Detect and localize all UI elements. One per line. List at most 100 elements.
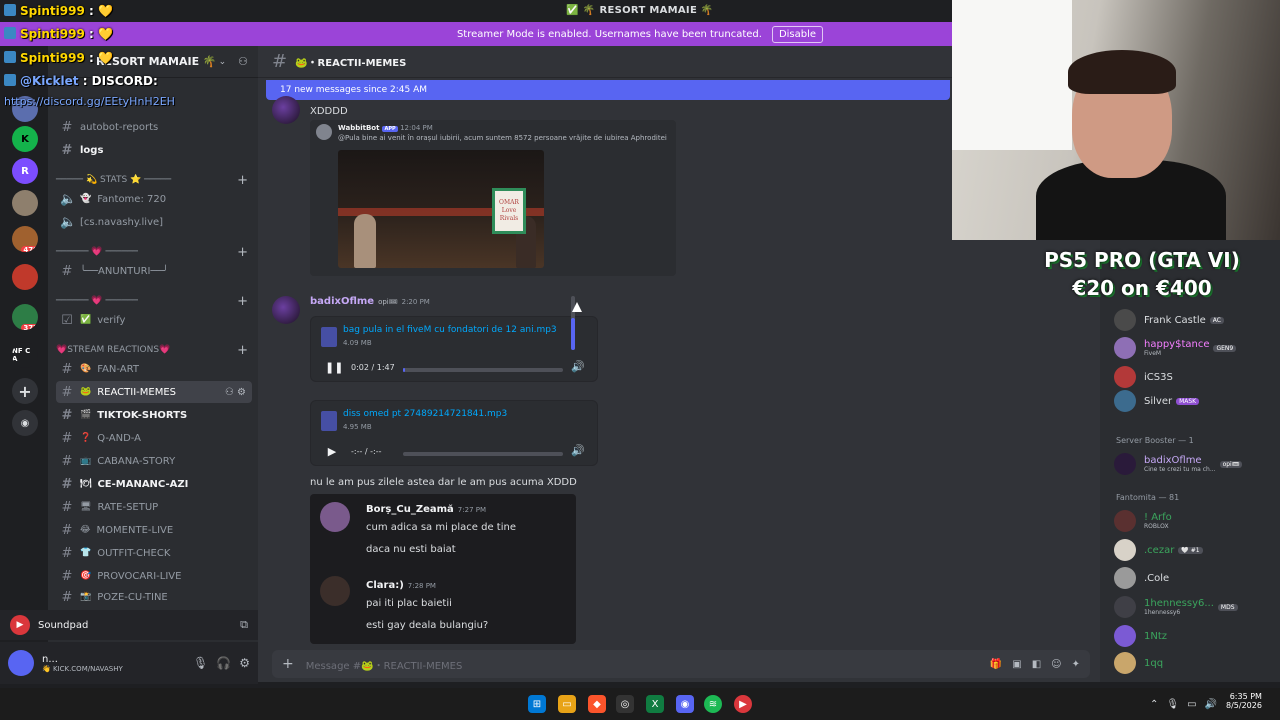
category-divider[interactable]: ────── 💗 ────── +: [56, 243, 252, 261]
excel-icon[interactable]: X: [646, 695, 664, 713]
volume-icon[interactable]: 🔊: [571, 360, 585, 373]
windows-start-icon[interactable]: ⊞: [528, 695, 546, 713]
channel-poze-cu-tine[interactable]: # 📸 POZE-CU-TINE: [56, 586, 252, 608]
audio-filename[interactable]: diss omed pt 27489214721841.mp3: [343, 409, 507, 419]
server-folder[interactable]: 377: [12, 304, 38, 330]
spotify-icon[interactable]: ≋: [704, 695, 722, 713]
audio-progress[interactable]: [403, 368, 563, 372]
clock[interactable]: 6:35 PM 8/5/2026: [1226, 692, 1262, 710]
member-item[interactable]: 1hennessy6... 1hennessy6 MDS: [1114, 595, 1276, 619]
message-input[interactable]: Message #🐸・REACTII-MEMES: [306, 657, 980, 672]
avatar: [320, 502, 350, 532]
embed-image[interactable]: OMAR Love Rivals: [338, 150, 544, 268]
server-folder[interactable]: NF C A: [12, 342, 38, 368]
server-folder[interactable]: [12, 264, 38, 290]
hash-icon: #: [61, 119, 73, 135]
avatar[interactable]: [272, 296, 300, 324]
member-item[interactable]: Frank Castle AC: [1114, 308, 1276, 332]
brave-browser-icon[interactable]: ◆: [588, 695, 606, 713]
discover-icon[interactable]: ◉: [12, 410, 38, 436]
chat-screenshot[interactable]: Borș_Cu_Zeamă 7:27 PM cum adica sa mi pla…: [310, 494, 576, 644]
soundpad-icon[interactable]: ▶: [734, 695, 752, 713]
member-item[interactable]: 1Ntz: [1114, 624, 1276, 648]
add-attachment-button[interactable]: +: [282, 656, 294, 672]
category-stream-reactions[interactable]: 💗STREAM REACTIONS💗 +: [56, 341, 252, 359]
channel-reactii-memes[interactable]: # 🐸 REACTII-MEMES ⚇ ⚙: [56, 381, 252, 403]
headphones-icon[interactable]: 🎧: [216, 656, 231, 670]
avatar[interactable]: [272, 96, 300, 124]
streamer-mode-message: Streamer Mode is enabled. Usernames have…: [456, 28, 762, 40]
emoji-icon[interactable]: ☺: [1051, 659, 1061, 670]
member-item[interactable]: badixOflme Cine te crezi tu ma ch... opi🎟: [1114, 452, 1276, 476]
file-explorer-icon[interactable]: ▭: [558, 695, 576, 713]
bot-embed: WabbitBot APP 12:04 PM @Pula bine ai veni…: [310, 120, 676, 276]
channel-emoji: 🖥: [80, 502, 92, 512]
channel-ce-manac-azi[interactable]: # 🍽 CE-MANANC-AZI: [56, 473, 252, 495]
channel-momente-live[interactable]: # 😂 MOMENTE-LIVE: [56, 519, 252, 541]
channel-label: PROVOCARI-LIVE: [97, 570, 182, 582]
server-icon-kick[interactable]: K: [12, 126, 38, 152]
add-channel-icon[interactable]: +: [237, 343, 248, 358]
volume-icon[interactable]: 🔊: [1205, 699, 1217, 710]
soundpad-activity[interactable]: ▶ Soundpad ⧉: [0, 610, 258, 640]
disable-streamer-mode-button[interactable]: Disable: [771, 25, 824, 43]
gift-icon[interactable]: 🎁: [990, 659, 1002, 670]
apps-icon[interactable]: ✦: [1072, 659, 1080, 670]
member-item[interactable]: ! Arfo ROBLOX: [1114, 509, 1276, 533]
category-stats[interactable]: ───── 💫 STATS ⭐ ───── +: [56, 171, 252, 189]
message-author[interactable]: badixOflme opi🎟 2:20 PM: [310, 296, 430, 307]
avatar[interactable]: [8, 650, 34, 676]
play-button[interactable]: ▶: [325, 445, 339, 459]
monitor-icon[interactable]: ▭: [1187, 699, 1196, 710]
chevron-down-icon[interactable]: ⌄: [219, 57, 227, 67]
discord-icon[interactable]: ◉: [676, 695, 694, 713]
app-icon[interactable]: ◎: [616, 695, 634, 713]
screenshot-line: daca nu esti baiat: [366, 544, 456, 555]
promo-overlay: PS5 PRO (GTA VI) €20 on €400: [1004, 248, 1280, 300]
member-item[interactable]: .cezar 🤍 #1: [1114, 538, 1276, 562]
kick-badge-icon: [4, 27, 16, 39]
audio-filename[interactable]: bag pula in el fiveM cu fondatori de 12 …: [343, 325, 557, 335]
member-item[interactable]: .Cole: [1114, 566, 1276, 590]
channel-outfit-check[interactable]: # 👕 OUTFIT-CHECK: [56, 542, 252, 564]
server-icon[interactable]: [12, 190, 38, 216]
sticker-icon[interactable]: ◧: [1032, 659, 1041, 670]
member-item[interactable]: happy$tance FiveM GEN9: [1114, 336, 1276, 360]
server-icon-r[interactable]: R: [12, 158, 38, 184]
voice-channel-navashy[interactable]: 🔈 [cs.navashy.live]: [56, 211, 252, 233]
voice-channel-fantome[interactable]: 🔈 👻 Fantome: 720: [56, 188, 252, 210]
microphone-icon[interactable]: 🎙: [1166, 699, 1179, 710]
pause-button[interactable]: ❚❚: [325, 361, 343, 375]
audio-progress[interactable]: [403, 452, 563, 456]
microphone-icon[interactable]: 🎙: [193, 656, 208, 670]
gif-icon[interactable]: ▣: [1012, 659, 1021, 670]
channel-rate-setup[interactable]: # 🖥 RATE-SETUP: [56, 496, 252, 518]
gear-icon[interactable]: ⚙: [239, 656, 250, 670]
chevron-up-icon[interactable]: ⌃: [1150, 699, 1158, 710]
activity-icon[interactable]: ⧉: [240, 618, 248, 632]
add-server-icon[interactable]: +: [12, 378, 38, 404]
mouse-cursor: [572, 302, 582, 312]
channel-verify[interactable]: ☑ ✅ verify: [56, 309, 252, 331]
channel-q-and-a[interactable]: # ❓ Q-AND-A: [56, 427, 252, 449]
channel-provocari-live[interactable]: # 🎯 PROVOCARI-LIVE: [56, 565, 252, 587]
new-messages-bar[interactable]: 17 new messages since 2:45 AM: [266, 80, 950, 100]
kick-badge-icon: [4, 4, 16, 16]
channel-fan-art[interactable]: # 🎨 FAN-ART: [56, 358, 252, 380]
channel-settings-icon[interactable]: ⚇ ⚙: [225, 387, 246, 398]
category-divider[interactable]: ────── 💗 ────── +: [56, 292, 252, 310]
channel-autobot-reports[interactable]: # autobot-reports: [56, 116, 252, 138]
volume-icon[interactable]: 🔊: [571, 444, 585, 457]
channel-logs[interactable]: # logs: [56, 139, 252, 161]
add-channel-icon[interactable]: +: [237, 173, 248, 188]
add-channel-icon[interactable]: +: [237, 294, 248, 309]
channel-cabana-story[interactable]: # 📺 CABANA-STORY: [56, 450, 252, 472]
invite-icon[interactable]: ⚇: [238, 55, 248, 68]
channel-anunturi[interactable]: # ╰──ANUNTURI──╯: [56, 260, 252, 282]
channel-tiktok-shorts[interactable]: # 🎬 TIKTOK-SHORTS: [56, 404, 252, 426]
server-folder[interactable]: 479: [12, 226, 38, 252]
member-item[interactable]: Silver MASK: [1114, 389, 1276, 413]
member-item[interactable]: 1qq: [1114, 651, 1276, 675]
add-channel-icon[interactable]: +: [237, 245, 248, 260]
member-item[interactable]: iCS3S: [1114, 365, 1276, 389]
